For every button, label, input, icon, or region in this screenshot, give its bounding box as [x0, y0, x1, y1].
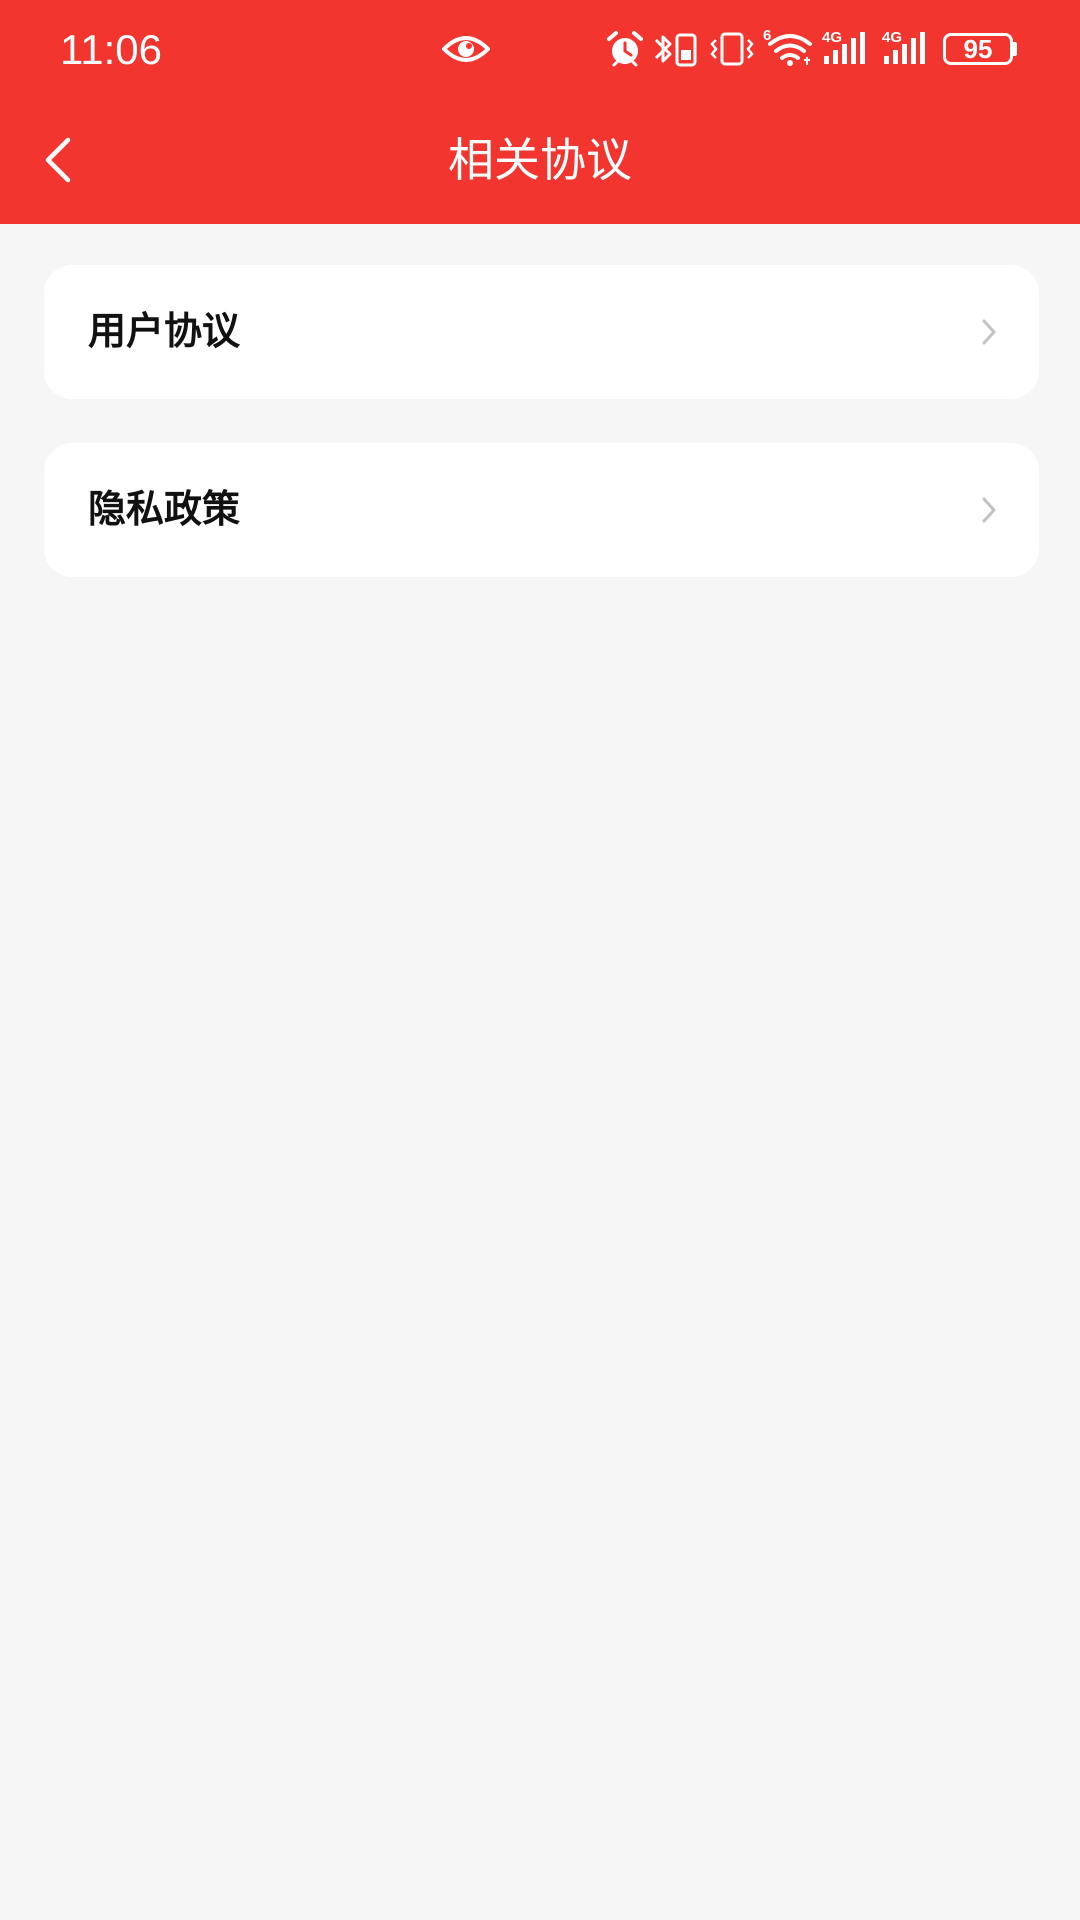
chevron-right-icon [982, 497, 996, 523]
list-item-label: 隐私政策 [88, 487, 241, 531]
list-item-label: 用户协议 [88, 309, 241, 353]
app-header: 11:06 6 4G 4G 95 相关协议 [0, 0, 1080, 224]
wifi-icon [768, 34, 812, 66]
nav-bar: 相关协议 [0, 110, 1080, 210]
eye-icon [442, 36, 490, 62]
battery-tip [1013, 42, 1017, 56]
chevron-right-icon [982, 319, 996, 345]
battery-icon: 95 [943, 33, 1013, 65]
alarm-icon [607, 31, 643, 67]
vibrate-icon [710, 32, 754, 66]
page-title: 相关协议 [448, 133, 632, 187]
signal-icon [824, 32, 865, 64]
list-item-user-agreement[interactable]: 用户协议 [44, 265, 1039, 399]
agreement-list: 用户协议 隐私政策 [44, 265, 1039, 621]
battery-level: 95 [963, 34, 993, 64]
status-bar: 11:06 6 4G 4G 95 [0, 0, 1080, 100]
bluetooth-icon [654, 33, 697, 67]
status-time: 11:06 [60, 26, 162, 73]
list-item-privacy-policy[interactable]: 隐私政策 [44, 443, 1039, 577]
signal-icon [884, 32, 925, 64]
